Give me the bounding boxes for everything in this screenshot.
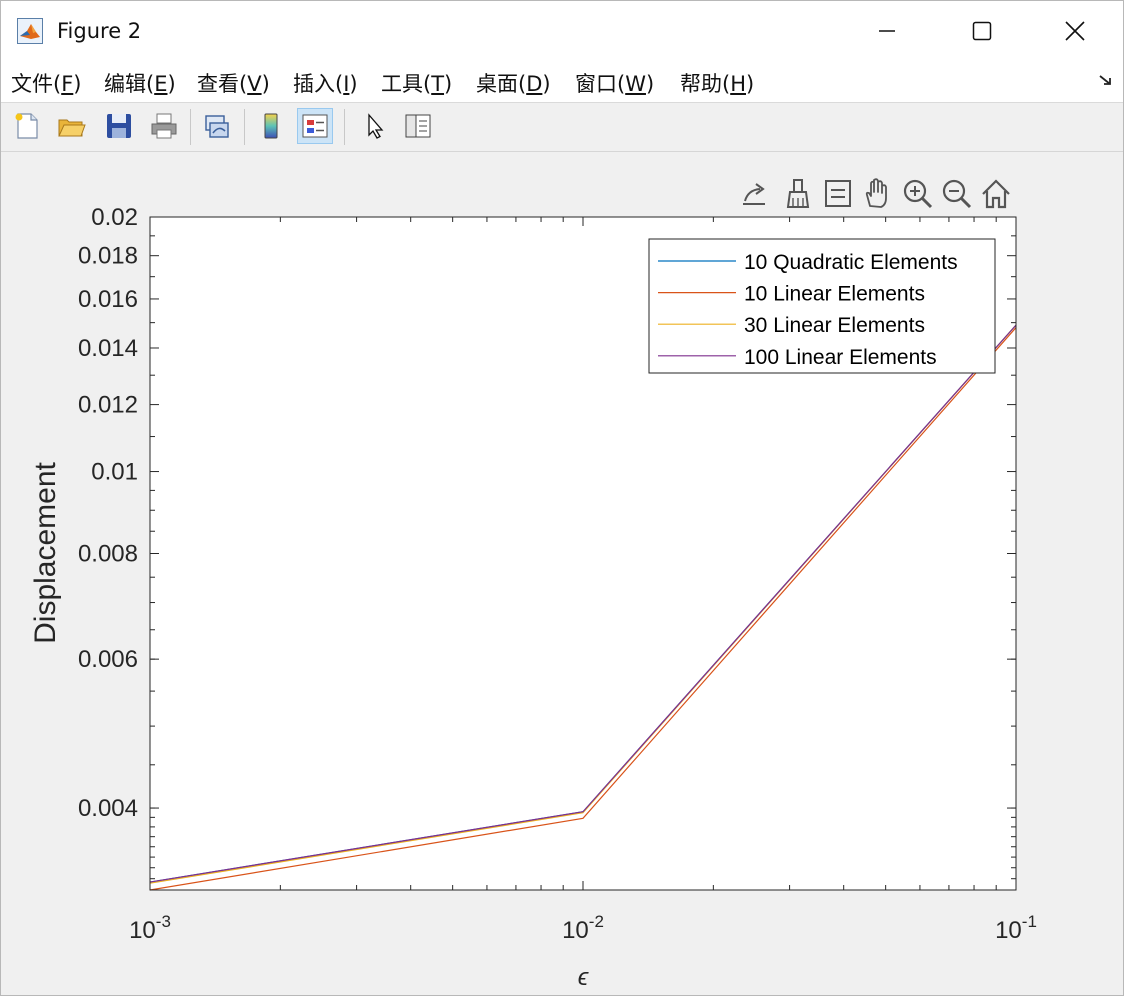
new-figure-icon bbox=[15, 113, 38, 139]
menu-insert[interactable]: 插入(I) bbox=[293, 68, 358, 98]
legend-button[interactable] bbox=[297, 108, 333, 144]
menu-bar: 文件(F) 编辑(E) 查看(V) 插入(I) 工具(T) 桌面(D) 窗口(W… bbox=[1, 61, 1123, 103]
figure-toolbar bbox=[1, 103, 1123, 152]
colorbar-icon bbox=[264, 113, 278, 139]
y-tick-label: 0.018 bbox=[78, 243, 138, 270]
toolbar-separator bbox=[190, 109, 191, 145]
x-tick-label: 10-1 bbox=[995, 912, 1037, 944]
menu-desktop[interactable]: 桌面(D) bbox=[476, 68, 551, 98]
x-axis-label: ϵ bbox=[578, 964, 589, 991]
window-title: Figure 2 bbox=[57, 19, 142, 43]
edit-plot-icon bbox=[368, 113, 384, 139]
save-icon bbox=[107, 114, 131, 138]
close-icon bbox=[1065, 21, 1085, 41]
y-tick-label: 0.012 bbox=[78, 392, 138, 419]
legend-label: 10 Linear Elements bbox=[744, 283, 925, 306]
link-plot-button[interactable] bbox=[199, 108, 235, 144]
matlab-logo-icon bbox=[17, 18, 43, 44]
y-tick-label: 0.01 bbox=[91, 459, 138, 486]
menu-help[interactable]: 帮助(H) bbox=[680, 68, 754, 98]
legend[interactable]: 10 Quadratic Elements 10 Linear Elements 3… bbox=[648, 238, 996, 374]
y-tick-label: 0.008 bbox=[78, 541, 138, 568]
property-inspector-icon bbox=[405, 114, 431, 138]
legend-icon bbox=[302, 114, 328, 138]
minimize-button[interactable] bbox=[867, 13, 907, 49]
minimize-icon bbox=[879, 30, 895, 32]
open-file-button[interactable] bbox=[53, 108, 89, 144]
save-button[interactable] bbox=[101, 108, 137, 144]
y-axis-label: Displacement bbox=[29, 461, 62, 643]
close-button[interactable] bbox=[1055, 13, 1095, 49]
menu-view[interactable]: 查看(V) bbox=[197, 68, 270, 98]
y-tick-label: 0.006 bbox=[78, 646, 138, 673]
open-file-icon bbox=[58, 119, 86, 137]
menu-tools[interactable]: 工具(T) bbox=[381, 68, 452, 98]
x-tick-label: 10-2 bbox=[562, 912, 604, 944]
menu-file[interactable]: 文件(F) bbox=[11, 68, 82, 98]
new-figure-button[interactable] bbox=[9, 108, 45, 144]
property-inspector-button[interactable] bbox=[400, 108, 436, 144]
y-tick-label: 0.02 bbox=[91, 204, 138, 231]
chart: 10-3 10-2 10-1 0.004 0.006 0.008 0.01 0.012 0.01… bbox=[29, 204, 1037, 991]
legend-label: 10 Quadratic Elements bbox=[744, 251, 958, 274]
y-tick-label: 0.016 bbox=[78, 286, 138, 313]
edit-plot-button[interactable] bbox=[356, 108, 392, 144]
dock-figure-icon[interactable] bbox=[1098, 74, 1114, 88]
figure-window: Figure 2 文件(F) 编辑(E) 查看(V) 插入(I) 工具(T) 桌… bbox=[0, 0, 1124, 996]
y-tick-label: 0.014 bbox=[78, 335, 138, 362]
menu-window[interactable]: 窗口(W) bbox=[575, 68, 654, 98]
title-bar: Figure 2 bbox=[1, 1, 1123, 61]
toolbar-separator bbox=[244, 109, 245, 145]
link-plot-icon bbox=[205, 115, 229, 138]
legend-label: 100 Linear Elements bbox=[744, 346, 937, 369]
x-tick-label: 10-3 bbox=[129, 912, 171, 944]
maximize-icon bbox=[972, 21, 992, 41]
colorbar-button[interactable] bbox=[253, 108, 289, 144]
legend-label: 30 Linear Elements bbox=[744, 314, 925, 337]
y-tick-label: 0.004 bbox=[78, 795, 138, 822]
print-button[interactable] bbox=[146, 108, 182, 144]
menu-edit[interactable]: 编辑(E) bbox=[104, 68, 176, 98]
toolbar-separator bbox=[344, 109, 345, 145]
maximize-button[interactable] bbox=[962, 13, 1002, 49]
print-icon bbox=[151, 113, 177, 139]
